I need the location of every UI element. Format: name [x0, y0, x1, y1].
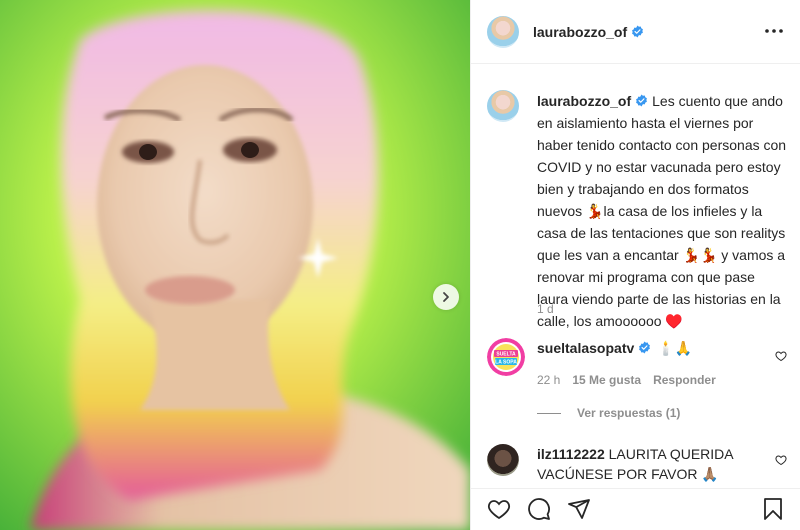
- caption-body: Les cuento que ando en aislamiento hasta…: [537, 93, 787, 329]
- next-image-button[interactable]: [433, 284, 459, 310]
- verified-badge-icon: [636, 94, 648, 107]
- header-username[interactable]: laurabozzo_of: [533, 24, 627, 40]
- svg-text:SUELTA: SUELTA: [496, 352, 516, 358]
- paper-plane-icon[interactable]: [567, 497, 591, 521]
- comment-icon[interactable]: [527, 497, 551, 521]
- post-side-panel: laurabozzo_of laurabozzo_of Les cuento qu…: [470, 0, 800, 530]
- post-image[interactable]: [0, 0, 470, 530]
- chevron-right-icon: [443, 292, 449, 302]
- comment-meta: 22 h 15 Me gusta Responder: [537, 373, 716, 387]
- post-header: laurabozzo_of: [471, 0, 800, 64]
- verified-badge-icon: [639, 341, 651, 354]
- portrait-photo: [0, 0, 470, 530]
- comment-time[interactable]: 22 h: [537, 373, 560, 387]
- view-replies-label[interactable]: Ver respuestas (1): [577, 406, 680, 420]
- comment-likes[interactable]: 15 Me gusta: [572, 373, 641, 387]
- replies-divider: [537, 412, 561, 414]
- comment-item: ilz1112222 LAURITA QUERIDA VACÚNESE POR …: [487, 444, 787, 484]
- avatar[interactable]: [487, 90, 519, 122]
- comment-username[interactable]: ilz1112222: [537, 446, 605, 462]
- commenter-avatar[interactable]: SUELTA LA SOPA: [487, 338, 525, 376]
- caption: laurabozzo_of Les cuento que ando en aisl…: [487, 90, 787, 332]
- comment-username[interactable]: sueltalasopatv: [537, 340, 634, 356]
- comment-item: SUELTA LA SOPA sueltalasopatv 🕯️🙏: [487, 338, 787, 376]
- heart-icon[interactable]: [775, 454, 787, 466]
- bookmark-icon[interactable]: [761, 497, 785, 521]
- heart-icon[interactable]: [775, 350, 787, 362]
- action-bar: [471, 488, 800, 530]
- more-options-icon[interactable]: [763, 22, 785, 40]
- commenter-avatar[interactable]: [487, 444, 519, 476]
- post-age[interactable]: 1 d: [537, 302, 554, 316]
- caption-username[interactable]: laurabozzo_of: [537, 93, 631, 109]
- verified-badge-icon: [632, 25, 644, 38]
- view-replies[interactable]: Ver respuestas (1): [537, 406, 680, 420]
- comment-body: ilz1112222 LAURITA QUERIDA VACÚNESE POR …: [537, 444, 787, 484]
- reply-button[interactable]: Responder: [653, 373, 716, 387]
- comment-text: 🕯️🙏: [657, 340, 693, 356]
- caption-text-block: laurabozzo_of Les cuento que ando en aisl…: [537, 90, 787, 332]
- avatar[interactable]: [487, 15, 519, 48]
- comment-body: sueltalasopatv 🕯️🙏: [537, 338, 692, 376]
- heart-icon[interactable]: [487, 497, 511, 521]
- instagram-post: laurabozzo_of laurabozzo_of Les cuento qu…: [0, 0, 800, 530]
- suelta-la-sopa-logo: SUELTA LA SOPA: [487, 338, 525, 376]
- svg-text:LA SOPA: LA SOPA: [495, 360, 517, 366]
